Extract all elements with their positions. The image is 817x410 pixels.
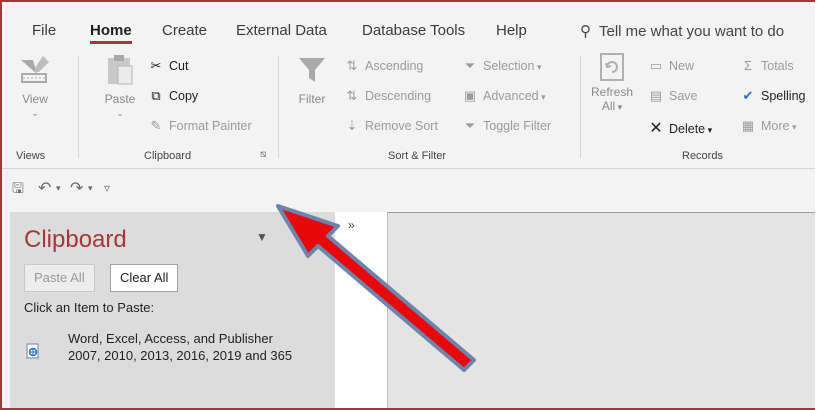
- access-window: File Home Create External Data Database …: [0, 0, 815, 410]
- annotation-arrow: [276, 204, 476, 372]
